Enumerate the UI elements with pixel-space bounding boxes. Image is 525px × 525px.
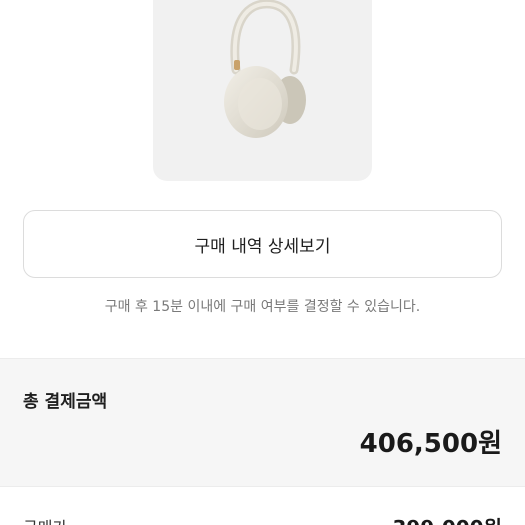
purchase-detail-button[interactable]: 구매 내역 상세보기 [23, 210, 502, 278]
total-payment-title: 총 결제금액 [23, 392, 108, 412]
headphones-icon [224, 0, 306, 138]
payment-summary: 총 결제금액 406,500원 [0, 358, 525, 487]
product-image-card [153, 0, 372, 181]
purchase-price-row: 구매가 399,000원 [0, 508, 525, 525]
purchase-price-value: 399,000원 [393, 512, 503, 525]
purchase-price-label: 구매가 [23, 514, 67, 525]
total-payment-amount: 406,500원 [359, 429, 502, 459]
decision-notice: 구매 후 15분 이내에 구매 여부를 결정할 수 있습니다. [104, 299, 421, 315]
purchase-detail-label: 구매 내역 상세보기 [194, 236, 331, 257]
